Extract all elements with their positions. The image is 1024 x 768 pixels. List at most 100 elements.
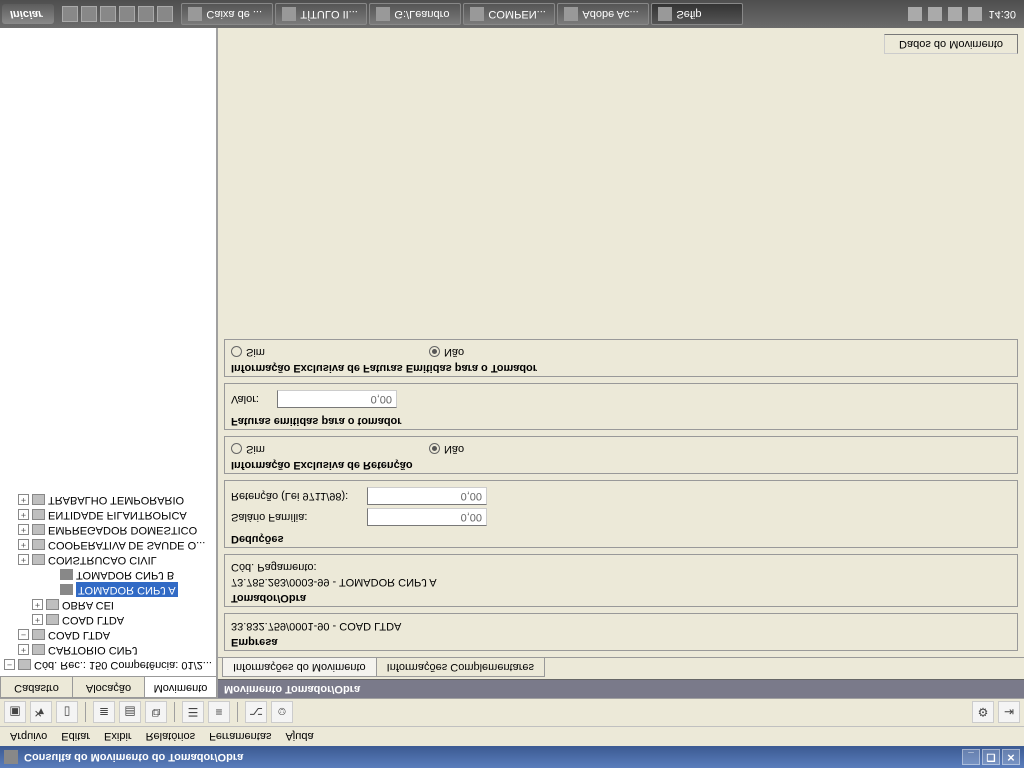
title-bar: Consulta do Movimento do Tomador/Obra _ … (0, 746, 1024, 768)
quicklaunch-icon[interactable] (138, 6, 154, 22)
tool-tree-icon[interactable]: ⌥ (245, 702, 267, 724)
tree-view[interactable]: −Cód. Rec.: 150 Competência: 01/2... +CA… (0, 28, 216, 676)
tree-empregador[interactable]: EMPREGADOR DOMESTICO (48, 522, 197, 537)
taskbar-item[interactable]: G:/Leandro (369, 3, 461, 25)
tab-info-movimento[interactable]: Informações do Movimento (222, 658, 377, 677)
clock: 14:30 (988, 8, 1016, 20)
tool-person-icon[interactable]: ☺ (271, 702, 293, 724)
tool-report-icon[interactable]: ▤ (119, 702, 141, 724)
maximize-button[interactable]: ❐ (982, 749, 1000, 765)
tool-list-icon[interactable]: ☰ (182, 702, 204, 724)
minimize-button[interactable]: _ (962, 749, 980, 765)
retencao-label: Retenção (Lei 9711/98): (231, 490, 361, 502)
tool-exit-icon[interactable]: ⇥ (998, 702, 1020, 724)
tab-info-complementares[interactable]: Informações Complementares (376, 658, 545, 677)
tool-page-icon[interactable]: ▯ (56, 702, 78, 724)
app-icon (564, 7, 578, 21)
radio-fat-nao[interactable] (429, 347, 440, 358)
tree-coad2[interactable]: COAD LTDA (62, 612, 124, 627)
start-button[interactable]: Iniciar (2, 4, 54, 24)
taskbar-item[interactable]: Adobe Ac... (557, 3, 649, 25)
folder-icon (46, 599, 59, 610)
tree-entidade[interactable]: ENTIDADE FILANTROPICA (48, 507, 187, 522)
sidebar-tab-cadastro[interactable]: Cadastro (0, 677, 73, 698)
folder-icon (32, 524, 45, 535)
quicklaunch-icon[interactable] (81, 6, 97, 22)
folder-icon (32, 644, 45, 655)
tree-construcao[interactable]: CONSTRUCAO CIVIL (48, 552, 157, 567)
taskbar-item-label: TÍTULO II... (300, 8, 357, 20)
quicklaunch-icon[interactable] (62, 6, 78, 22)
menu-bar: Arquivo Editar Exibir Relatórios Ferrame… (0, 726, 1024, 746)
group-empresa: Empresa 33.832.759/0001-90 - COAD LTDA (224, 613, 1018, 651)
tray-icon[interactable] (908, 7, 922, 21)
tray-icon[interactable] (968, 7, 982, 21)
tree-root[interactable]: Cód. Rec.: 150 Competência: 01/2... (34, 657, 212, 672)
legend-info-retencao: Informação Exclusiva de Retenção (231, 459, 1011, 471)
quicklaunch-icon[interactable] (119, 6, 135, 22)
group-info-faturas: Informação Exclusiva de Faturas Emitidas… (224, 339, 1018, 377)
tool-stack-icon[interactable]: ≣ (93, 702, 115, 724)
tool-link-icon[interactable]: ⚙ (972, 702, 994, 724)
content-area: Movimento Tomador/Obra Informações do Mo… (218, 28, 1024, 698)
folder-icon (32, 509, 45, 520)
quicklaunch-icon[interactable] (100, 6, 116, 22)
tree-tomador-b[interactable]: TOMADOR CNPJ B (76, 567, 174, 582)
tray-icon[interactable] (928, 7, 942, 21)
tree-tomador-a[interactable]: TOMADOR CNPJ A (76, 582, 178, 597)
group-faturas: Faturas emitidas para o tomador Valor: (224, 383, 1018, 430)
sidebar-tab-alocacao[interactable]: Alocação (72, 677, 145, 698)
tool-new-icon[interactable]: ▣ (4, 702, 26, 724)
taskbar-item-label: Caixa de ... (206, 8, 262, 20)
legend-empresa: Empresa (231, 636, 1011, 648)
salario-familia-input[interactable] (367, 508, 487, 526)
folder-icon (32, 554, 45, 565)
taskbar-item[interactable]: Caixa de ... (181, 3, 273, 25)
folder-icon (32, 494, 45, 505)
quicklaunch-icon[interactable] (157, 6, 173, 22)
tool-align-icon[interactable]: ≡ (208, 702, 230, 724)
tool-copy-icon[interactable]: ⧉ (145, 702, 167, 724)
tree-cartorio[interactable]: CARTORIO CNPJ (48, 642, 137, 657)
dados-movimento-button[interactable]: Dados do Movimento (884, 34, 1018, 54)
legend-faturas: Faturas emitidas para o tomador (231, 415, 1011, 427)
menu-ferramentas[interactable]: Ferramentas (203, 729, 277, 745)
folder-icon (32, 629, 45, 640)
menu-exibir[interactable]: Exibir (98, 729, 138, 745)
sidebar-tab-movimento[interactable]: Movimento (144, 677, 217, 698)
legend-tomador: Tomador/Obra (231, 592, 1011, 604)
menu-editar[interactable]: Editar (55, 729, 96, 745)
menu-relatorios[interactable]: Relatórios (140, 729, 202, 745)
app-icon (470, 7, 484, 21)
legend-deducoes: Deduções (231, 533, 1011, 545)
sidebar: Cadastro Alocação Movimento −Cód. Rec.: … (0, 28, 218, 698)
taskbar: Iniciar Caixa de ... TÍTULO II... G:/Lea… (0, 0, 1024, 28)
tool-open-icon[interactable]: ▾✕ (30, 702, 52, 724)
valor-input[interactable] (277, 390, 397, 408)
app-icon (4, 750, 18, 764)
menu-arquivo[interactable]: Arquivo (4, 729, 53, 745)
radio-ret-sim[interactable] (231, 444, 242, 455)
app-icon (658, 7, 672, 21)
radio-ret-nao[interactable] (429, 444, 440, 455)
tomador-value: 73.785.263/0003-99 - TOMADOR CNPJ A (231, 576, 1011, 588)
taskbar-item[interactable]: TÍTULO II... (275, 3, 367, 25)
close-button[interactable]: ✕ (1002, 749, 1020, 765)
tray-icon[interactable] (948, 7, 962, 21)
group-info-retencao: Informação Exclusiva de Retenção Sim Não (224, 436, 1018, 474)
taskbar-item[interactable]: COMPEN... (463, 3, 555, 25)
menu-ajuda[interactable]: Ajuda (279, 729, 319, 745)
tree-obra[interactable]: OBRA CEI (62, 597, 114, 612)
retencao-input[interactable] (367, 487, 487, 505)
toolbar: ▣ ▾✕ ▯ ≣ ▤ ⧉ ☰ ≡ ⌥ ☺ ⚙ ⇥ (0, 698, 1024, 726)
tree-trabalho[interactable]: TRABALHO TEMPORARIO (48, 492, 184, 507)
radio-ret-nao-label: Não (444, 443, 464, 455)
panel-title: Movimento Tomador/Obra (218, 679, 1024, 698)
group-deducoes: Deduções Salário Família: Retenção (Lei … (224, 480, 1018, 548)
tree-coad[interactable]: COAD LTDA (48, 627, 110, 642)
radio-fat-sim[interactable] (231, 347, 242, 358)
taskbar-item-label: COMPEN... (488, 8, 545, 20)
tree-cooperativa[interactable]: COOPERATIVA DE SAUDE O... (48, 537, 205, 552)
taskbar-item-active[interactable]: Sefip (651, 3, 743, 25)
folder-icon (32, 539, 45, 550)
